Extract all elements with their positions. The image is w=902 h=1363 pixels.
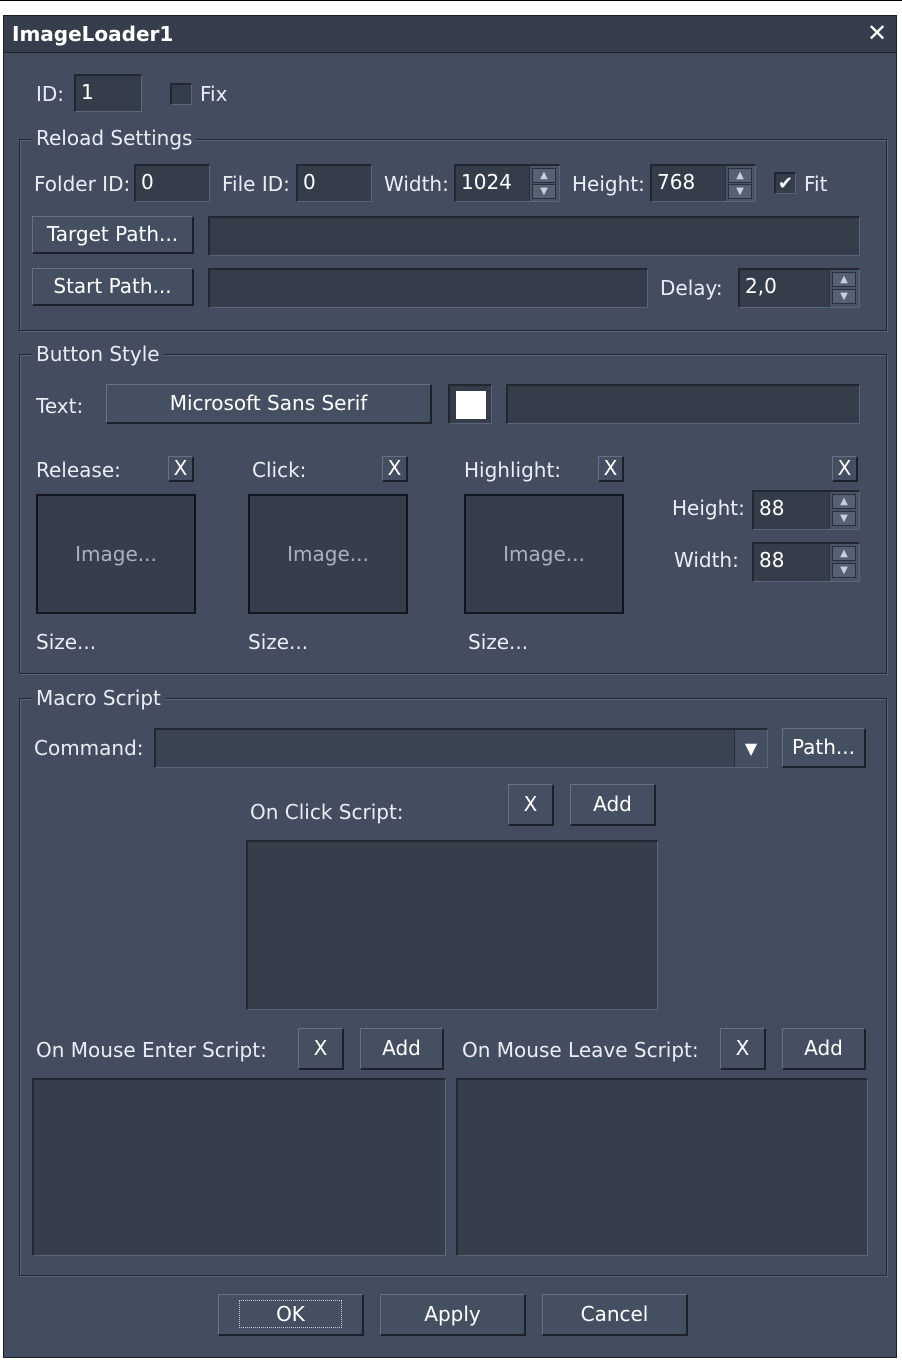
release-image-box[interactable]: Image... [36,494,196,614]
on-leave-add-button[interactable]: Add [782,1028,866,1070]
ok-label: OK [239,1300,342,1328]
on-enter-add-button[interactable]: Add [360,1028,444,1070]
spin-down-icon[interactable]: ▼ [532,184,556,199]
button-width-label: Width: [674,548,739,572]
button-height-input[interactable]: 88 ▲ ▼ [752,490,860,530]
release-label: Release: [36,458,121,482]
release-clear-button[interactable]: X [168,456,194,482]
width-value: 1024 [461,170,512,194]
width-spinner[interactable]: ▲ ▼ [529,166,559,201]
fit-label: Fit [804,172,828,196]
color-picker[interactable] [448,384,492,424]
reload-settings-legend: Reload Settings [32,126,197,150]
text-label: Text: [36,394,84,418]
on-click-script-label: On Click Script: [250,800,404,824]
height-value: 768 [657,170,696,194]
spin-up-icon[interactable]: ▲ [728,168,752,183]
spin-down-icon[interactable]: ▼ [832,289,856,304]
file-id-input[interactable]: 0 [296,164,372,202]
color-swatch [456,391,486,419]
on-mouse-leave-label: On Mouse Leave Script: [462,1038,699,1062]
id-label: ID: [36,82,65,106]
font-select-button[interactable]: Microsoft Sans Serif [106,384,432,424]
on-enter-clear-button[interactable]: X [298,1028,344,1070]
spin-up-icon[interactable]: ▲ [832,494,856,509]
imageloader-dialog: ImageLoader1 ✕ ID: 1 Fix Reload Settings… [3,15,897,1358]
spin-up-icon[interactable]: ▲ [832,272,856,287]
click-label: Click: [252,458,307,482]
macro-script-legend: Macro Script [32,686,165,710]
delay-value: 2,0 [745,274,777,298]
ok-button[interactable]: OK [218,1294,364,1336]
click-clear-button[interactable]: X [382,456,408,482]
height-spinner[interactable]: ▲ ▼ [725,166,755,201]
top-rule [0,0,902,1]
fit-checkbox[interactable]: ✔ [774,172,796,194]
spin-down-icon[interactable]: ▼ [832,511,856,526]
button-height-value: 88 [759,496,785,520]
command-select[interactable]: ▼ [154,728,768,768]
fix-checkbox[interactable] [170,83,192,105]
chevron-down-icon[interactable]: ▼ [734,730,767,767]
title-bar: ImageLoader1 ✕ [4,16,896,53]
start-path-button[interactable]: Start Path... [32,268,194,306]
command-label: Command: [34,736,144,760]
highlight-image-placeholder: Image... [503,542,585,566]
on-leave-clear-button[interactable]: X [720,1028,766,1070]
on-mouse-enter-label: On Mouse Enter Script: [36,1038,267,1062]
width-label: Width: [384,172,449,196]
delay-input[interactable]: 2,0 ▲ ▼ [738,268,860,308]
spin-down-icon[interactable]: ▼ [832,563,856,578]
click-image-box[interactable]: Image... [248,494,408,614]
id-input[interactable]: 1 [74,74,142,112]
button-width-value: 88 [759,548,785,572]
on-click-add-button[interactable]: Add [570,784,656,826]
fix-label: Fix [200,82,228,106]
close-icon[interactable]: ✕ [864,20,890,46]
start-path-input[interactable] [208,268,648,308]
apply-button[interactable]: Apply [380,1294,526,1336]
path-button[interactable]: Path... [782,728,866,768]
highlight-clear-button[interactable]: X [598,456,624,482]
cancel-button[interactable]: Cancel [542,1294,688,1336]
target-path-button[interactable]: Target Path... [32,216,194,254]
button-text-input[interactable] [506,384,860,424]
on-mouse-enter-script-area[interactable] [32,1078,446,1256]
highlight-image-box[interactable]: Image... [464,494,624,614]
button-width-spinner[interactable]: ▲ ▼ [829,544,859,581]
on-click-clear-button[interactable]: X [508,784,554,826]
click-image-placeholder: Image... [287,542,369,566]
target-path-input[interactable] [208,216,860,256]
delay-label: Delay: [660,276,723,300]
spin-up-icon[interactable]: ▲ [832,546,856,561]
release-image-placeholder: Image... [75,542,157,566]
width-input[interactable]: 1024 ▲ ▼ [454,164,560,202]
folder-id-label: Folder ID: [34,172,131,196]
button-style-legend: Button Style [32,342,164,366]
click-size-link[interactable]: Size... [248,630,308,654]
on-click-script-area[interactable] [246,840,658,1010]
spin-down-icon[interactable]: ▼ [728,184,752,199]
button-width-input[interactable]: 88 ▲ ▼ [752,542,860,582]
button-height-label: Height: [672,496,745,520]
folder-id-input[interactable]: 0 [134,164,210,202]
button-height-spinner[interactable]: ▲ ▼ [829,492,859,529]
height-input[interactable]: 768 ▲ ▼ [650,164,756,202]
spin-up-icon[interactable]: ▲ [532,168,556,183]
window-title: ImageLoader1 [12,22,174,46]
size-clear-button[interactable]: X [832,456,858,482]
file-id-label: File ID: [222,172,290,196]
highlight-label: Highlight: [464,458,562,482]
on-mouse-leave-script-area[interactable] [456,1078,868,1256]
release-size-link[interactable]: Size... [36,630,96,654]
height-label: Height: [572,172,645,196]
highlight-size-link[interactable]: Size... [468,630,528,654]
delay-spinner[interactable]: ▲ ▼ [829,270,859,307]
